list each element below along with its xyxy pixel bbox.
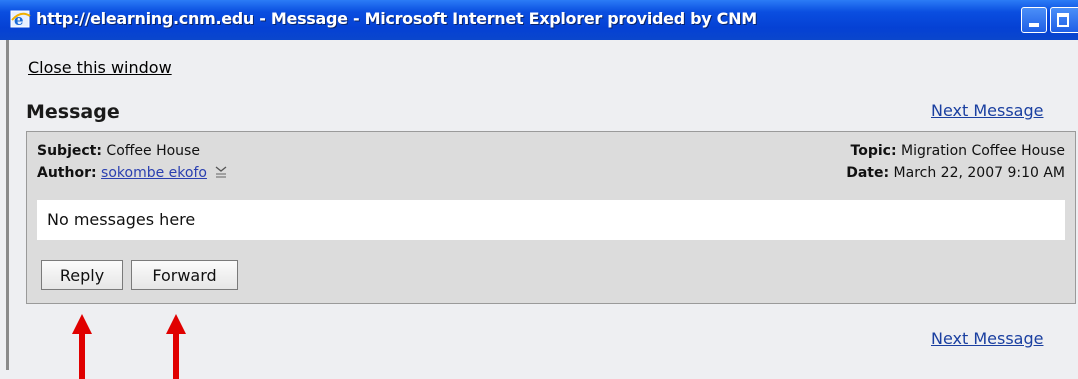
- forward-button[interactable]: Forward: [131, 260, 238, 290]
- subject-label: Subject:: [37, 143, 102, 159]
- topic-label: Topic:: [850, 143, 897, 159]
- maximize-icon: [1057, 13, 1069, 27]
- reply-button[interactable]: Reply: [41, 260, 123, 290]
- window-title: http://elearning.cnm.edu - Message - Mic…: [36, 9, 757, 28]
- next-message-link-top[interactable]: Next Message: [931, 101, 1043, 120]
- author-label: Author:: [37, 165, 97, 181]
- next-message-link-bottom[interactable]: Next Message: [931, 329, 1043, 348]
- subject-value: Coffee House: [106, 143, 200, 159]
- context-menu-icon[interactable]: [215, 166, 227, 178]
- minimize-button[interactable]: [1021, 7, 1047, 33]
- date-row: Date: March 22, 2007 9:10 AM: [846, 165, 1065, 181]
- window-border: [6, 40, 9, 370]
- author-link[interactable]: sokombe ekofo: [101, 165, 207, 181]
- page-title: Message: [26, 101, 120, 123]
- date-label: Date:: [846, 165, 890, 181]
- topic-row: Topic: Migration Coffee House: [851, 143, 1065, 159]
- close-window-link[interactable]: Close this window: [28, 58, 172, 77]
- red-arrow-annotation: [72, 314, 92, 379]
- red-arrow-annotation: [166, 314, 186, 379]
- minimize-icon: [1029, 23, 1039, 27]
- topic-value: Migration Coffee House: [901, 143, 1065, 159]
- author-row: Author: sokombe ekofo: [37, 165, 227, 181]
- message-body-text: No messages here: [47, 210, 196, 229]
- date-value: March 22, 2007 9:10 AM: [893, 165, 1065, 181]
- ie-icon: e: [10, 10, 31, 29]
- message-panel: Subject: Coffee House Author: sokombe ek…: [26, 131, 1076, 304]
- subject-row: Subject: Coffee House: [37, 143, 200, 159]
- message-body: No messages here: [37, 200, 1065, 240]
- maximize-button[interactable]: [1050, 7, 1078, 33]
- window-titlebar: e http://elearning.cnm.edu - Message - M…: [0, 0, 1078, 40]
